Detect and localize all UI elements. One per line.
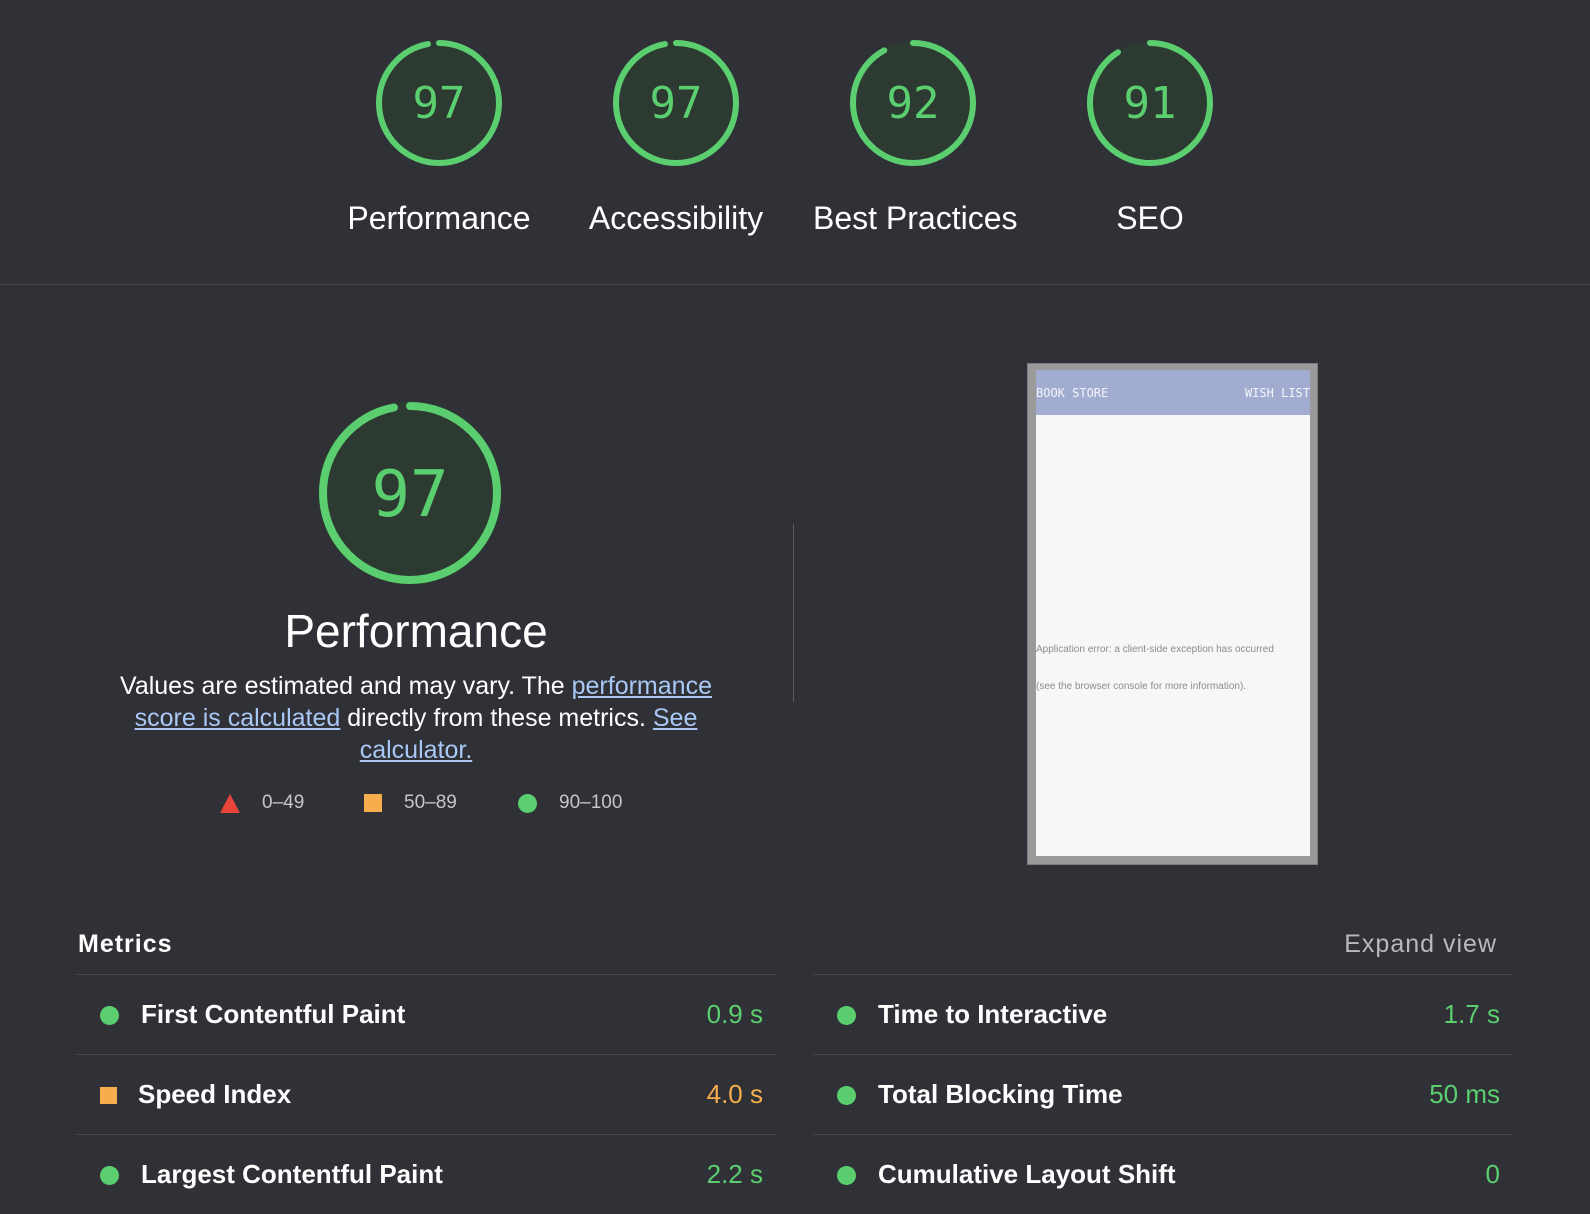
metric-name: First Contentful Paint <box>141 999 406 1029</box>
gauge-score: 92 <box>887 78 940 129</box>
performance-gauge-large: 97 <box>315 398 515 588</box>
desc-text: Values are estimated and may vary. The <box>120 672 572 700</box>
gauge-accessibility[interactable]: 97 Accessibility <box>576 38 776 237</box>
metric-name: Speed Index <box>138 1079 292 1109</box>
gauge-label: Best Practices <box>813 200 1018 236</box>
green-circle-icon <box>100 1166 119 1185</box>
gauge-best-practices[interactable]: 92 Best Practices <box>813 38 1018 237</box>
performance-description: Values are estimated and may vary. The p… <box>100 670 732 766</box>
orange-square-icon <box>364 794 382 812</box>
gauge-ring-icon: 92 <box>850 40 976 166</box>
metrics-heading: Metrics <box>78 930 173 958</box>
legend-range: 50–89 <box>404 792 457 813</box>
thumbnail-header: BOOK STORE WISH LIST <box>1036 370 1310 415</box>
thumbnail-page: BOOK STORE WISH LIST Application error: … <box>1036 370 1310 856</box>
metric-value: 0 <box>1485 1159 1500 1189</box>
metric-name: Total Blocking Time <box>878 1079 1123 1109</box>
legend-item-pass: 90–100 <box>518 792 622 814</box>
gauge-ring-icon: 91 <box>1087 40 1213 166</box>
score-legend: 0–49 50–89 90–100 <box>0 792 793 822</box>
green-circle-icon <box>837 1086 856 1105</box>
red-triangle-icon <box>220 793 240 813</box>
performance-title: Performance <box>284 605 548 657</box>
gauge-performance[interactable]: 97 Performance <box>339 38 539 237</box>
expand-view-button[interactable]: Expand view <box>1344 930 1497 959</box>
final-screenshot-thumbnail[interactable]: BOOK STORE WISH LIST Application error: … <box>1027 363 1318 865</box>
metric-value: 4.0 s <box>706 1079 763 1109</box>
metric-value: 50 ms <box>1429 1079 1500 1109</box>
green-circle-icon <box>837 1166 856 1185</box>
metric-name: Largest Contentful Paint <box>141 1159 443 1189</box>
gauge-ring-icon: 97 <box>318 401 502 585</box>
metric-row: Total Blocking Time 50 ms <box>813 1054 1512 1134</box>
metric-row: Cumulative Layout Shift 0 <box>813 1134 1512 1214</box>
desc-text: directly from these metrics. <box>340 704 653 732</box>
legend-item-fail: 0–49 <box>220 792 304 814</box>
metric-row: Speed Index 4.0 s <box>76 1054 775 1134</box>
legend-range: 0–49 <box>262 792 305 813</box>
gauge-ring-icon: 97 <box>613 40 739 166</box>
gauge-label: Performance <box>347 200 531 236</box>
metric-value: 2.2 s <box>706 1159 763 1189</box>
thumbnail-error-text: Application error: a client-side excepti… <box>1036 644 1274 655</box>
green-circle-icon <box>837 1006 856 1025</box>
legend-range: 90–100 <box>559 792 623 813</box>
metric-row: First Contentful Paint 0.9 s <box>76 974 775 1054</box>
metric-name: Cumulative Layout Shift <box>878 1159 1176 1189</box>
section-divider <box>793 524 794 702</box>
green-circle-icon <box>100 1006 119 1025</box>
gauge-score: 91 <box>1124 78 1177 129</box>
orange-square-icon <box>100 1087 117 1104</box>
metrics-column-right: Time to Interactive 1.7 s Total Blocking… <box>813 974 1512 1214</box>
gauge-label: Accessibility <box>588 200 764 236</box>
thumbnail-brand: BOOK STORE <box>1036 386 1109 400</box>
green-circle-icon <box>518 793 537 813</box>
metrics-column-left: First Contentful Paint 0.9 s Speed Index… <box>76 974 775 1214</box>
metric-value: 0.9 s <box>706 999 763 1029</box>
gauge-label: SEO <box>1116 200 1184 236</box>
category-gauges: 97 Performance 97 Accessibility 92 Best … <box>0 0 1590 285</box>
gauge-score: 97 <box>650 78 703 129</box>
thumbnail-error-text: (see the browser console for more inform… <box>1036 681 1247 692</box>
gauge-score: 97 <box>413 78 466 129</box>
metric-row: Time to Interactive 1.7 s <box>813 974 1512 1054</box>
gauge-ring-icon: 97 <box>376 40 502 166</box>
metric-name: Time to Interactive <box>878 999 1108 1029</box>
thumbnail-nav-link: WISH LIST <box>1244 386 1310 400</box>
metric-row: Largest Contentful Paint 2.2 s <box>76 1134 775 1214</box>
gauge-seo[interactable]: 91 SEO <box>1050 38 1250 237</box>
legend-item-average: 50–89 <box>364 792 457 814</box>
metric-value: 1.7 s <box>1443 999 1500 1029</box>
performance-score: 97 <box>371 458 448 532</box>
